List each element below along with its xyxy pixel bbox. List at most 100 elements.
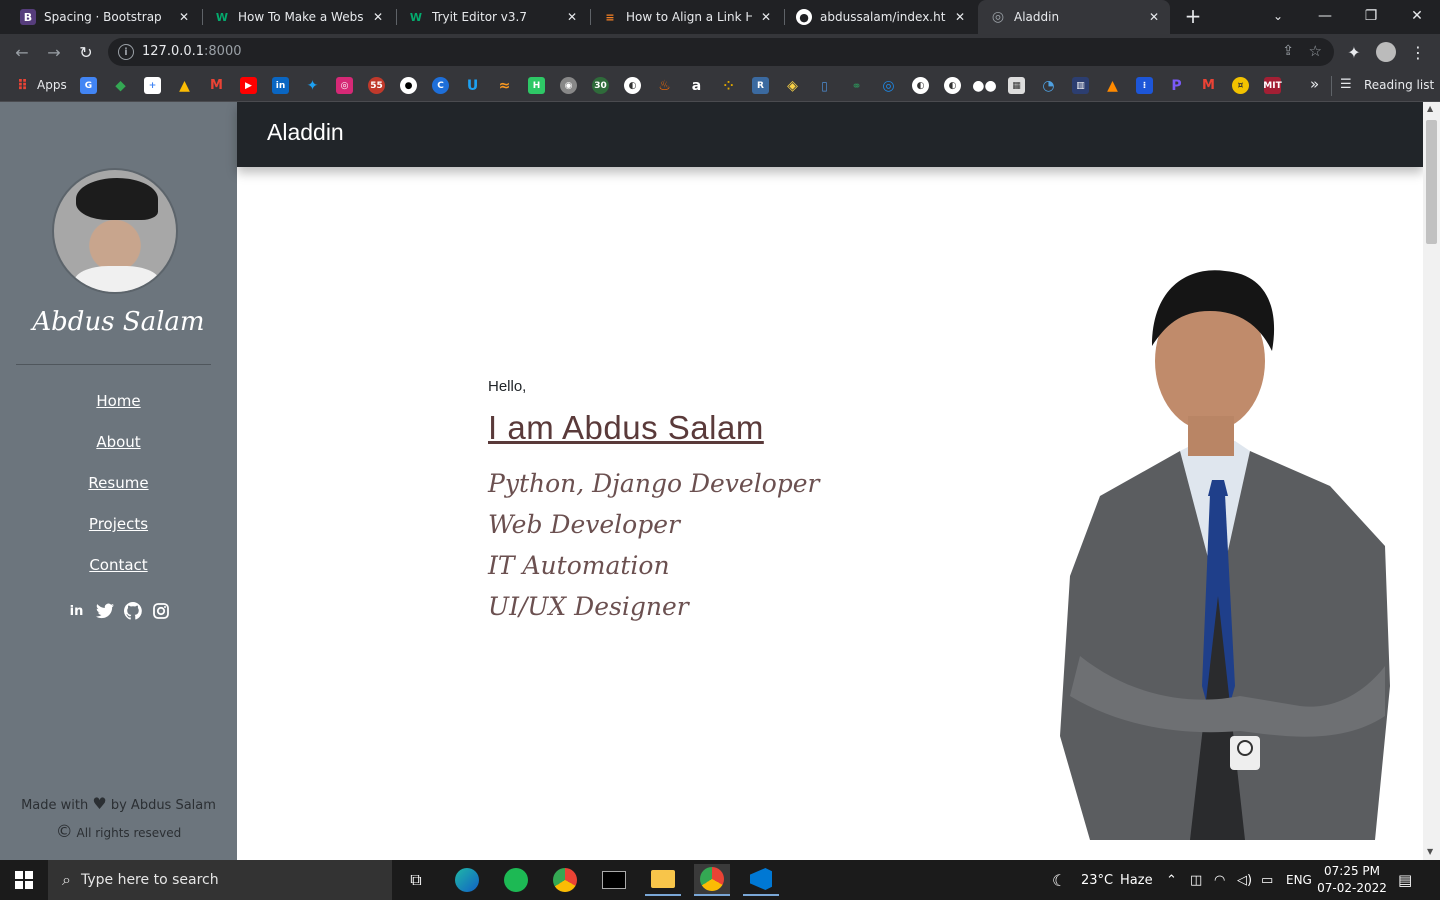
cone-icon[interactable]: ▲ [1104, 77, 1121, 94]
apps-grid-icon[interactable]: ⠿ [14, 77, 31, 94]
badge-icon[interactable]: 55 [368, 77, 385, 94]
apps-label[interactable]: Apps [37, 78, 67, 92]
fire-icon[interactable]: ♨ [656, 77, 673, 94]
nav-projects-link[interactable]: Projects [0, 515, 237, 533]
menu-icon[interactable]: ⋮ [1404, 38, 1432, 66]
tab-5[interactable]: ● abdussalam/index.html at ✕ [784, 0, 976, 34]
gmail-m-icon[interactable]: M [208, 77, 225, 94]
dots-icon[interactable]: ⁘ [720, 77, 737, 94]
bookmarks-overflow-icon[interactable]: » [1310, 75, 1319, 93]
close-window-button[interactable]: ✕ [1394, 0, 1440, 32]
medium-icon[interactable]: ●● [972, 77, 996, 94]
system-clock[interactable]: 07:25 PM 07-02-2022 [1316, 863, 1388, 897]
close-icon[interactable]: ✕ [758, 9, 774, 25]
close-icon[interactable]: ✕ [952, 9, 968, 25]
tab-4[interactable]: ≡ How to Align a Link HTML ✕ [590, 0, 782, 34]
close-icon[interactable]: ✕ [370, 9, 386, 25]
maps-icon[interactable]: ⬥ [112, 77, 129, 94]
linkedin-icon[interactable]: in [272, 77, 289, 94]
tab-search-icon[interactable]: ⌄ [1255, 0, 1301, 32]
notifications-icon[interactable]: ▤ [1398, 860, 1412, 900]
new-tab-button[interactable]: + [1170, 0, 1216, 32]
reload-icon[interactable]: ↻ [72, 38, 100, 66]
tab-1[interactable]: B Spacing · Bootstrap ✕ [8, 0, 200, 34]
site-info-icon[interactable]: i [118, 44, 134, 60]
task-view-icon[interactable]: ⧉ [398, 864, 434, 896]
scroll-down-icon[interactable]: ▼ [1427, 847, 1433, 856]
nav-about-link[interactable]: About [0, 433, 237, 451]
close-icon[interactable]: ✕ [564, 9, 580, 25]
coin-icon[interactable]: ¤ [1232, 77, 1249, 94]
python-icon[interactable]: ◈ [784, 77, 801, 94]
instagram-icon[interactable] [152, 602, 170, 620]
hackerrank-icon[interactable]: H [528, 77, 545, 94]
mail-icon[interactable]: M [1200, 77, 1217, 94]
tab-6-active[interactable]: ◎ Aladdin ✕ [978, 0, 1170, 34]
weather-temp[interactable]: 23°C [1081, 860, 1113, 900]
url-text[interactable]: 127.0.0.1:8000 [142, 44, 242, 59]
chrome-profile-icon[interactable] [547, 864, 583, 896]
nav-contact-link[interactable]: Contact [0, 556, 237, 574]
linkedin-icon[interactable]: in [68, 602, 86, 620]
maximize-button[interactable]: ❐ [1348, 0, 1394, 32]
page-scrollbar[interactable]: ▲ ▼ [1423, 102, 1440, 860]
battery-icon[interactable]: ▭ [1261, 860, 1273, 900]
twitter-icon[interactable]: ✦ [304, 77, 321, 94]
twitter-icon[interactable] [95, 602, 114, 620]
weather-icon[interactable]: ☾ [1052, 860, 1066, 900]
u-icon[interactable]: U [464, 77, 481, 94]
bars-icon[interactable]: ▥ [1072, 77, 1089, 94]
tab-3[interactable]: W Tryit Editor v3.7 ✕ [396, 0, 588, 34]
gfg-icon[interactable]: ⚭ [848, 77, 865, 94]
edge-icon[interactable]: ◔ [1040, 77, 1057, 94]
c-icon[interactable]: C [432, 77, 449, 94]
github-icon[interactable] [123, 602, 142, 620]
github-icon[interactable]: ● [400, 77, 417, 94]
nav-home-link[interactable]: Home [0, 392, 237, 410]
edge-icon[interactable] [449, 864, 485, 896]
mit-icon[interactable]: MIT [1263, 77, 1282, 94]
vscode-icon[interactable] [743, 864, 779, 896]
volume-icon[interactable]: ◁) [1237, 860, 1252, 900]
reading-list-icon[interactable]: ☰ [1340, 77, 1352, 92]
spotify-icon[interactable] [498, 864, 534, 896]
gmail-icon[interactable]: + [144, 77, 161, 94]
forward-icon[interactable]: → [40, 38, 68, 66]
windows-start-button[interactable] [0, 860, 48, 900]
doc-icon[interactable]: ▯ [816, 77, 833, 94]
language-indicator[interactable]: ENG [1286, 860, 1312, 900]
amazon-icon[interactable]: a [688, 77, 705, 94]
owl-icon[interactable]: ◉ [560, 77, 577, 94]
p-icon[interactable]: P [1168, 77, 1185, 94]
taskbar-search-input[interactable]: ⌕ Type here to search [48, 860, 392, 900]
weather-desc[interactable]: Haze [1120, 860, 1153, 900]
close-icon[interactable]: ✕ [1146, 9, 1162, 25]
globe-icon[interactable]: ◐ [944, 77, 961, 94]
r-icon[interactable]: R [752, 77, 769, 94]
address-bar[interactable]: i 127.0.0.1:8000 ⇪ ☆ [108, 38, 1334, 66]
reading-list-label[interactable]: Reading list [1364, 78, 1434, 92]
java-icon[interactable]: ≈ [496, 77, 513, 94]
back-icon[interactable]: ← [8, 38, 36, 66]
globe-icon[interactable]: ◐ [912, 77, 929, 94]
file-explorer-icon[interactable] [645, 864, 681, 896]
instagram-icon[interactable]: ◎ [336, 77, 353, 94]
avatar[interactable] [1372, 38, 1400, 66]
chrome-icon[interactable] [694, 864, 730, 896]
share-icon[interactable]: ⇪ [1282, 43, 1294, 59]
tab-2[interactable]: W How To Make a Website ✕ [202, 0, 394, 34]
scrollbar-thumb[interactable] [1426, 120, 1437, 244]
30-icon[interactable]: 30 [592, 77, 609, 94]
dot-doc-icon[interactable]: ⁝ [1136, 77, 1153, 94]
chevron-up-icon[interactable]: ⌃ [1166, 860, 1177, 900]
meet-now-icon[interactable]: ◫ [1190, 860, 1202, 900]
bookmark-star-icon[interactable]: ☆ [1309, 42, 1322, 60]
terminal-icon[interactable] [596, 864, 632, 896]
scroll-up-icon[interactable]: ▲ [1427, 104, 1433, 113]
translate-icon[interactable]: G [80, 77, 97, 94]
wifi-icon[interactable]: ◠ [1214, 860, 1225, 900]
circle-icon[interactable]: ◎ [880, 77, 897, 94]
globe-icon[interactable]: ◐ [624, 77, 641, 94]
youtube-icon[interactable]: ▶ [240, 77, 257, 94]
close-icon[interactable]: ✕ [176, 9, 192, 25]
